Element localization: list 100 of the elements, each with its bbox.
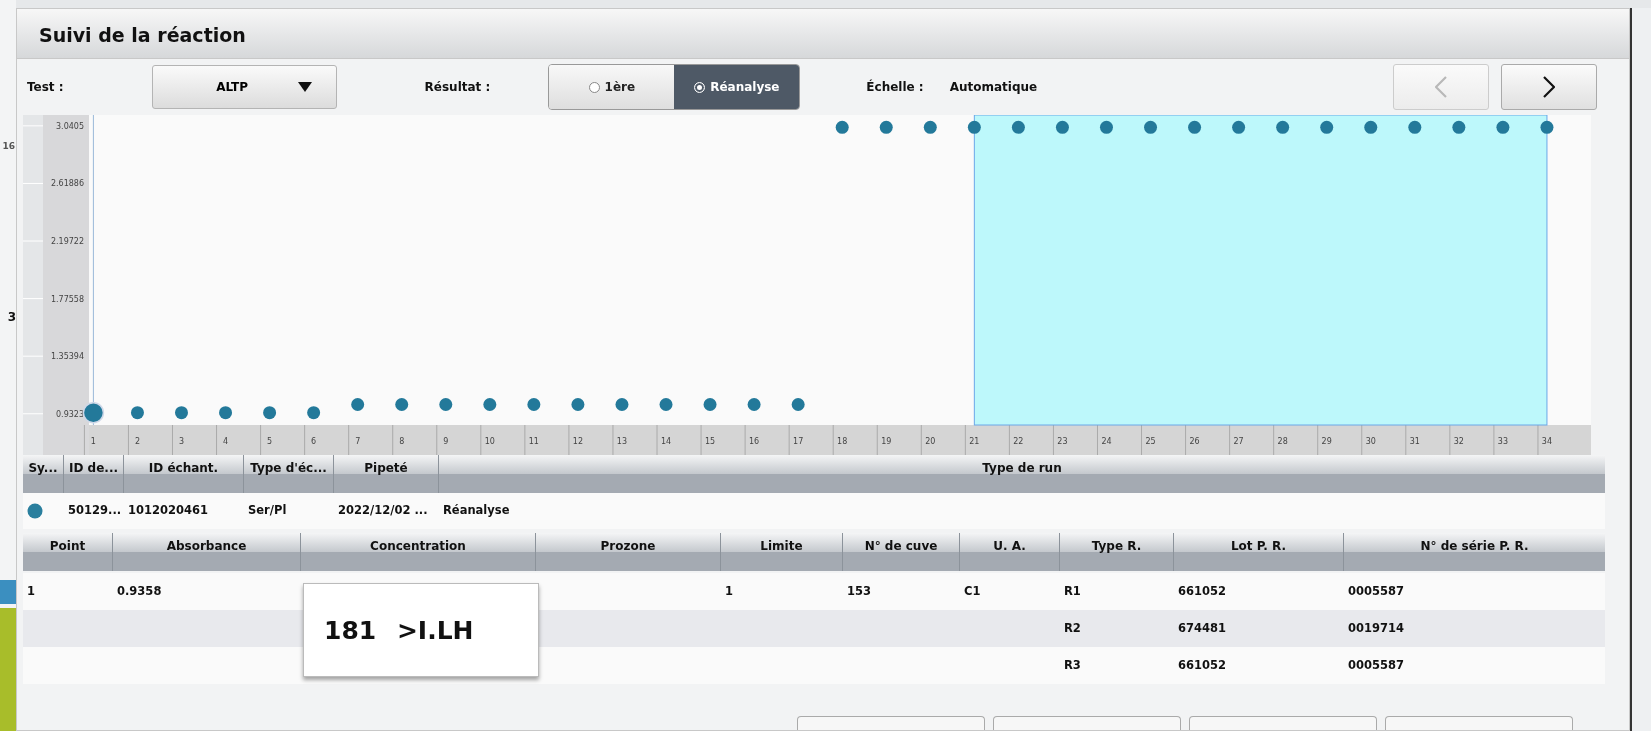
data-point[interactable] [351,398,365,411]
column-header[interactable]: Type de run [439,455,1605,493]
axis-label: 17 [793,437,804,446]
data-point[interactable] [1320,120,1334,134]
table-cell: 1012020461 [128,503,209,518]
column-header[interactable]: Limite [721,533,843,571]
axis-label: 21 [969,437,980,446]
column-header[interactable]: Prozone [536,533,721,571]
radio-option[interactable]: 1ère [549,65,675,109]
data-point[interactable] [263,406,277,420]
table-cell: 1 [27,583,35,598]
tooltip: 181 >I.LH [303,583,539,677]
data-point[interactable] [1100,120,1113,134]
axis-label: 2.19722 [50,237,84,246]
data-point[interactable] [703,398,717,411]
axis-label: 5 [267,437,273,446]
table-cell: 153 [847,583,871,598]
data-point[interactable] [1011,120,1025,134]
axis-label: 10 [484,437,495,446]
axis-label: 34 [1541,437,1553,446]
data-point[interactable] [527,398,541,411]
column-header[interactable]: N° de série P. R. [1344,533,1605,571]
background-text: 3 [6,308,16,326]
table-cell: 661052 [1178,657,1226,672]
table-cell: C1 [964,583,981,598]
axis-label: 24 [1101,437,1112,446]
column-header[interactable]: Concentration [301,533,536,571]
table-cell: 50129... [68,503,122,518]
data-point[interactable] [1452,120,1466,134]
radio-option[interactable]: Réanalyse [674,65,800,109]
axis-label: 32 [1453,437,1464,446]
table-cell: 0005587 [1348,657,1404,672]
column-header[interactable]: Point [23,533,113,571]
data-point[interactable] [571,398,585,411]
background-text: 16 [1,140,16,153]
axis-label: 30 [1365,437,1376,446]
data-point[interactable] [1232,120,1246,134]
chevron-right-icon [1543,76,1555,98]
column-header[interactable]: Lot P. R. [1174,533,1344,571]
table-cell: 1 [725,583,733,598]
table-cell: 2022/12/02 ... [338,503,428,518]
axis-label: 2.61886 [50,179,84,189]
window-title: Suivi de la réaction [17,9,1629,59]
axis-label: 18 [837,437,848,446]
axis-label: 1 [90,437,96,446]
data-point[interactable] [1055,120,1069,134]
data-point[interactable] [1408,120,1422,134]
axis-label: 3 [178,437,185,446]
data-point[interactable] [130,406,144,420]
data-point[interactable] [791,398,805,411]
field-label: Test : [27,79,64,96]
table-cell: R3 [1064,657,1081,672]
axis-label: 9 [443,437,449,446]
data-point[interactable] [1540,120,1554,134]
data-point[interactable] [747,398,761,411]
caret-icon [298,82,313,92]
table-cell: 674481 [1178,620,1226,635]
data-point[interactable] [82,401,105,424]
chevron-left-icon [1435,76,1447,98]
scale-value: Automatique [949,79,1038,96]
data-point[interactable] [1188,120,1202,134]
axis-label: 16 [749,437,760,446]
column-header[interactable]: Absorbance [113,533,301,571]
table-cell: 0019714 [1348,620,1404,635]
data-point[interactable] [1364,120,1378,134]
data-point[interactable] [923,120,937,134]
status-dot-icon [27,502,43,519]
data-point[interactable] [1496,120,1510,134]
data-point[interactable] [175,406,188,420]
axis-label: 7 [355,437,361,446]
axis-label: 1.35394 [50,352,84,362]
data-point[interactable] [483,398,497,411]
table-cell: R1 [1064,583,1081,598]
data-point[interactable] [1144,120,1158,134]
axis-label: 1.77558 [50,294,84,304]
data-point[interactable] [307,406,321,420]
table-cell: 0005587 [1348,583,1404,598]
axis-label: 15 [704,437,716,446]
data-point[interactable] [395,398,409,411]
data-point[interactable] [659,398,673,411]
axis-label: 25 [1145,437,1156,446]
data-point[interactable] [835,120,849,134]
axis-label: 14 [660,437,672,446]
data-point[interactable] [1276,120,1290,134]
column-header[interactable]: U. A. [960,533,1060,571]
data-point[interactable] [967,120,981,134]
column-header[interactable]: Type R. [1060,533,1174,571]
table-cell: 661052 [1178,583,1226,598]
data-point[interactable] [615,398,629,411]
table-cell: Réanalyse [443,503,510,518]
axis-label: 27 [1233,437,1244,446]
axis-label: 12 [572,437,583,446]
data-point[interactable] [219,406,233,420]
tab-strip [0,579,16,604]
data-point[interactable] [879,120,893,134]
axis-label: 19 [881,437,892,446]
data-point[interactable] [439,398,453,411]
column-header[interactable]: N° de cuve [843,533,960,571]
axis-label: 4 [223,437,229,446]
test-dropdown[interactable]: ALTP [151,65,337,109]
